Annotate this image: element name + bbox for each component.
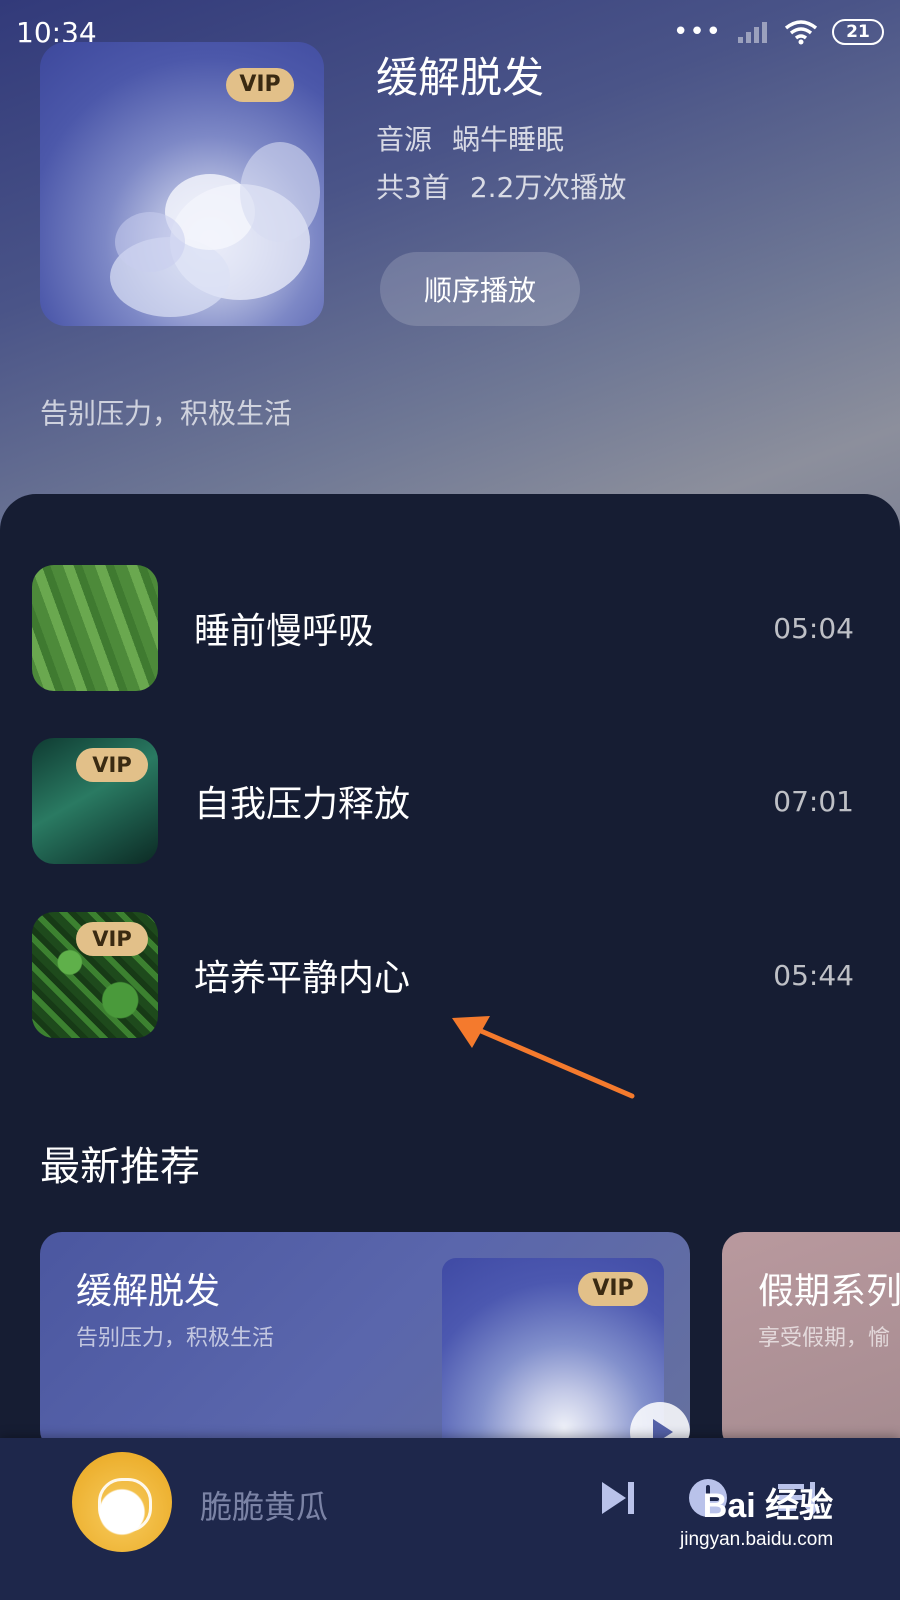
- more-dots-icon: •••: [672, 17, 722, 47]
- vip-badge: VIP: [226, 68, 294, 102]
- source-name[interactable]: 蜗牛睡眠: [452, 123, 564, 156]
- track-title: 培养平静内心: [194, 958, 411, 999]
- watermark-url: jingyan.baidu.com: [680, 1529, 834, 1550]
- album-stats: 共3首 2.2万次播放: [376, 166, 626, 206]
- track-item[interactable]: VIP 自我压力释放 07:01: [32, 738, 868, 864]
- recommend-card[interactable]: 假期系列 享受假期，愉: [722, 1232, 900, 1452]
- signal-icon: [738, 22, 767, 43]
- recommend-card-title: 缓解脱发: [76, 1271, 221, 1312]
- track-thumbnail: VIP: [32, 738, 158, 864]
- vip-badge: VIP: [76, 922, 148, 956]
- track-title: 睡前慢呼吸: [194, 611, 375, 652]
- player-cover[interactable]: [72, 1452, 172, 1552]
- play-order-button[interactable]: 顺序播放: [380, 252, 580, 326]
- baidu-watermark: Bai 经验 jingyan.baidu.com: [680, 1478, 833, 1551]
- album-cover: VIP: [40, 42, 324, 326]
- annotation-arrow-icon: [452, 1016, 635, 1099]
- next-track-icon[interactable]: [596, 1476, 640, 1520]
- vip-badge: VIP: [578, 1272, 648, 1306]
- album-source: 音源 蜗牛睡眠: [376, 118, 564, 158]
- track-title: 自我压力释放: [194, 784, 411, 825]
- source-label: 音源: [376, 123, 433, 156]
- track-thumbnail: VIP: [32, 912, 158, 1038]
- track-duration: 05:44: [773, 958, 854, 992]
- album-description: 告别压力，积极生活: [40, 397, 293, 430]
- section-title: 最新推荐: [40, 1144, 200, 1190]
- track-duration: 07:01: [773, 784, 854, 818]
- vip-badge: VIP: [76, 748, 148, 782]
- wifi-icon: [784, 20, 818, 45]
- recommend-card-subtitle: 享受假期，愉: [758, 1326, 891, 1351]
- album-title: 缓解脱发: [376, 53, 545, 102]
- recommend-card-title: 假期系列: [758, 1271, 900, 1312]
- recommend-card-subtitle: 告别压力，积极生活: [76, 1326, 275, 1351]
- track-count: 共3首: [376, 171, 450, 204]
- track-duration: 05:04: [773, 611, 854, 645]
- player-track-title[interactable]: 脆脆黄瓜: [200, 1482, 328, 1528]
- track-item[interactable]: 睡前慢呼吸 05:04: [32, 565, 868, 691]
- recommend-card[interactable]: 缓解脱发 告别压力，积极生活 VIP: [40, 1232, 690, 1452]
- play-count: 2.2万次播放: [469, 171, 627, 204]
- track-thumbnail: [32, 565, 158, 691]
- status-icons: ••• 21: [673, 19, 884, 45]
- watermark-logo: Bai 经验: [702, 1487, 834, 1525]
- battery-indicator: 21: [832, 19, 884, 45]
- album-header: 10:34 ••• 21 VIP 缓解脱发 音源 蜗牛睡眠 共3首 2.2万次播…: [0, 0, 900, 560]
